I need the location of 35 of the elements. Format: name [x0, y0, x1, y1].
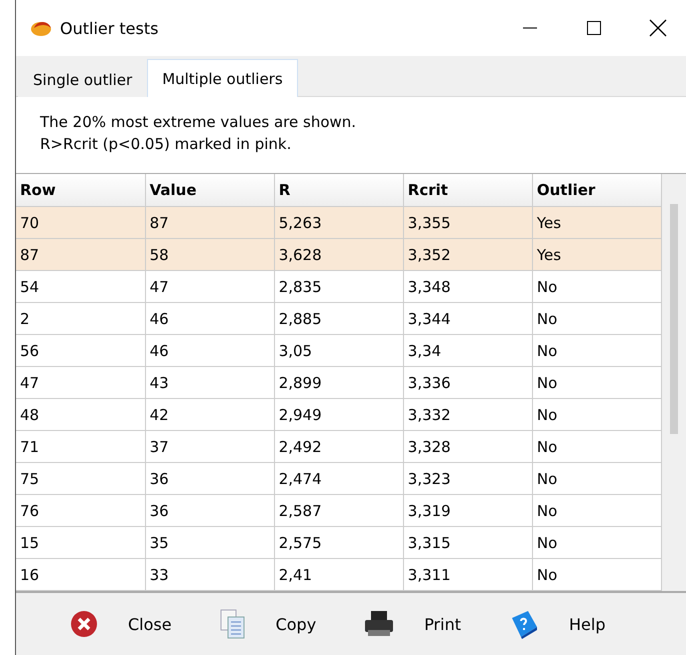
table-row[interactable]: 15 35 2,575 3,315 No: [16, 526, 662, 558]
highlighted-row[interactable]: 87 58 3,628 3,352 Yes: [16, 238, 662, 270]
column-header[interactable]: Outlier: [532, 174, 662, 206]
column-header[interactable]: Row: [16, 174, 146, 206]
scrollbar-thumb[interactable]: [670, 204, 678, 434]
table-row[interactable]: 75 36 2,474 3,323 No: [16, 462, 662, 494]
copy-icon: [220, 609, 246, 639]
maximize-icon: [586, 20, 602, 36]
info-text: R>Rcrit (p<0.05) marked in pink.: [40, 135, 292, 153]
close-button[interactable]: Close: [66, 606, 176, 642]
copy-button[interactable]: Copy: [216, 605, 320, 643]
help-button[interactable]: Help: [505, 605, 610, 643]
scrollbar[interactable]: [662, 174, 686, 591]
table-row[interactable]: 16 33 2,41 3,311 No: [16, 558, 662, 590]
print-button[interactable]: Print: [360, 606, 465, 642]
column-header[interactable]: R: [274, 174, 404, 206]
minimize-icon: [522, 27, 538, 29]
table-row[interactable]: 47 43 2,899 3,336 No: [16, 366, 662, 398]
highlighted-row[interactable]: 70 87 5,263 3,355 Yes: [16, 206, 662, 238]
printer-icon: [364, 610, 394, 638]
close-icon: [649, 19, 667, 37]
column-header[interactable]: Value: [145, 174, 274, 206]
table-row[interactable]: 71 37 2,492 3,328 No: [16, 430, 662, 462]
window-title: Outlier tests: [60, 18, 160, 38]
table-row[interactable]: 54 47 2,835 3,348 No: [16, 270, 662, 302]
tab[interactable]: Multiple outliers: [147, 59, 298, 97]
app-logo-icon: [30, 19, 52, 37]
table-row[interactable]: 48 42 2,949 3,332 No: [16, 398, 662, 430]
help-book-icon: [509, 609, 539, 639]
table-row[interactable]: 56 46 3,05 3,34 No: [16, 334, 662, 366]
table-row[interactable]: 76 36 2,587 3,319 No: [16, 494, 662, 526]
column-header[interactable]: Rcrit: [403, 174, 532, 206]
close-icon: [70, 610, 98, 638]
info-text: The 20% most extreme values are shown.: [40, 113, 358, 131]
table-row[interactable]: 2 46 2,885 3,344 No: [16, 302, 662, 334]
